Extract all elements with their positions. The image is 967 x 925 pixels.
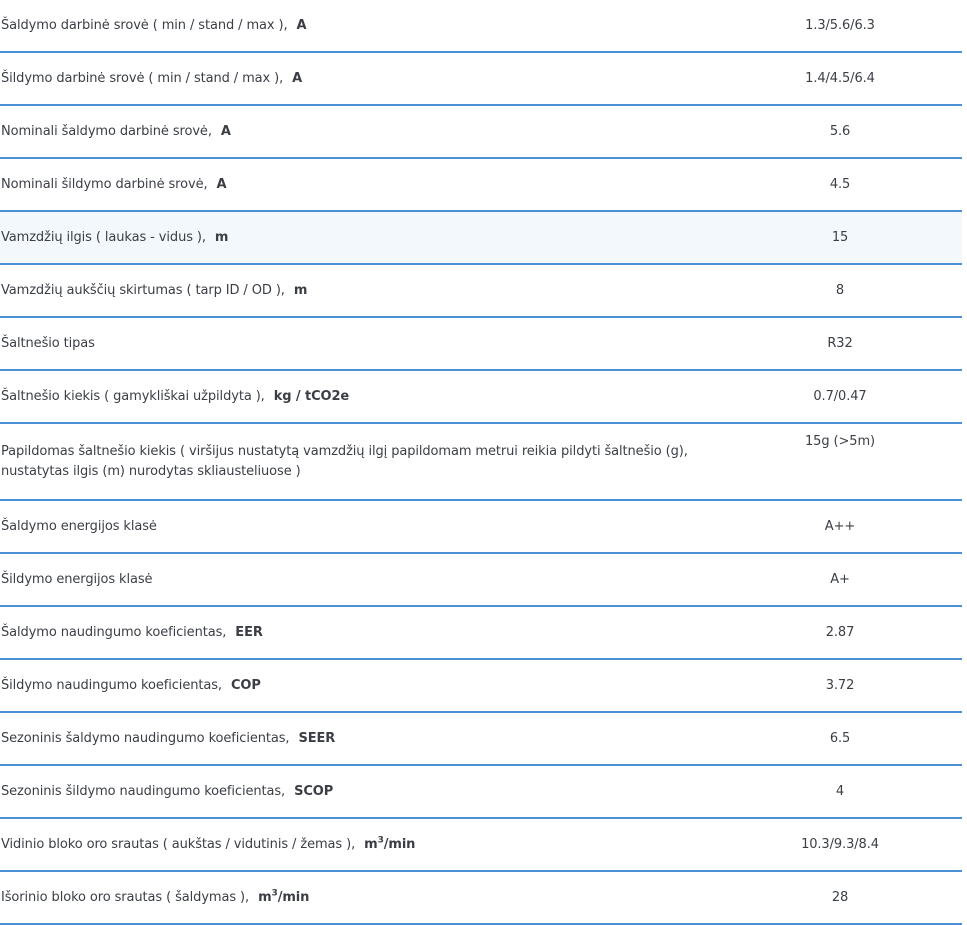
table-row: Papildomas šaltnešio kiekis ( viršijus n… xyxy=(0,424,962,501)
row-label: Šildymo darbinė srovė ( min / stand / ma… xyxy=(1,70,303,86)
table-row: Šildymo naudingumo koeficientas, COP 3.72 xyxy=(0,660,962,713)
row-unit: m3/min xyxy=(364,835,416,852)
row-unit: m xyxy=(214,229,229,245)
row-label: Papildomas šaltnešio kiekis ( viršijus n… xyxy=(1,443,688,479)
table-row: Vidinio bloko oro srautas ( aukštas / vi… xyxy=(0,819,962,872)
table-row: Išorinio bloko oro srautas ( šaldymas ),… xyxy=(0,872,962,925)
row-label: Šildymo naudingumo koeficientas, COP xyxy=(1,677,261,693)
row-value: 15 xyxy=(831,230,849,245)
row-label: Nominali šaldymo darbinė srovė, A xyxy=(1,123,231,139)
table-row: Vamzdžių aukščių skirtumas ( tarp ID / O… xyxy=(0,265,962,318)
row-value: 28 xyxy=(831,890,849,905)
specifications-table: Šaldymo darbinė srovė ( min / stand / ma… xyxy=(0,0,962,925)
row-value: 10.3/9.3/8.4 xyxy=(801,837,879,852)
row-unit: m xyxy=(293,282,308,298)
table-row: Šaltnešio tipas R32 xyxy=(0,318,962,371)
table-row: Šaldymo darbinė srovė ( min / stand / ma… xyxy=(0,0,962,53)
row-value: 6.5 xyxy=(829,731,851,746)
table-row: Šaltnešio kiekis ( gamykliškai užpildyta… xyxy=(0,371,962,424)
table-row-hovered: Vamzdžių ilgis ( laukas - vidus ), m 15 xyxy=(0,212,962,265)
row-label: Šaldymo naudingumo koeficientas, EER xyxy=(1,624,263,640)
row-value: 4 xyxy=(835,784,845,799)
row-unit: SCOP xyxy=(294,783,334,799)
table-row: Nominali šildymo darbinė srovė, A 4.5 xyxy=(0,159,962,212)
table-row: Šildymo energijos klasė A+ xyxy=(0,554,962,607)
row-label: Šaldymo energijos klasė xyxy=(1,518,157,534)
row-unit: SEER xyxy=(298,730,336,746)
row-value: A++ xyxy=(824,519,856,534)
row-value: 0.7/0.47 xyxy=(813,389,867,404)
row-label: Išorinio bloko oro srautas ( šaldymas ),… xyxy=(1,888,310,905)
row-unit: A xyxy=(292,70,303,86)
table-row: Šaldymo naudingumo koeficientas, EER 2.87 xyxy=(0,607,962,660)
table-row: Nominali šaldymo darbinė srovė, A 5.6 xyxy=(0,106,962,159)
row-label: Šaltnešio tipas xyxy=(1,335,95,351)
table-row: Sezoninis šildymo naudingumo koeficienta… xyxy=(0,766,962,819)
row-unit: COP xyxy=(230,677,261,693)
row-value: 4.5 xyxy=(829,177,851,192)
table-row: Šaldymo energijos klasė A++ xyxy=(0,501,962,554)
table-row: Sezoninis šaldymo naudingumo koeficienta… xyxy=(0,713,962,766)
row-label: Šaldymo darbinė srovė ( min / stand / ma… xyxy=(1,17,307,33)
row-value: 1.4/4.5/6.4 xyxy=(805,71,875,86)
row-label: Nominali šildymo darbinė srovė, A xyxy=(1,176,227,192)
row-unit: A xyxy=(220,123,231,139)
row-value: R32 xyxy=(827,336,853,351)
row-unit: A xyxy=(216,176,227,192)
row-unit: m3/min xyxy=(258,888,310,905)
row-label: Sezoninis šaldymo naudingumo koeficienta… xyxy=(1,730,336,746)
row-unit: EER xyxy=(235,624,263,640)
row-label: Šaltnešio kiekis ( gamykliškai užpildyta… xyxy=(1,388,350,404)
row-label: Vidinio bloko oro srautas ( aukštas / vi… xyxy=(1,835,416,852)
row-value: 8 xyxy=(835,283,845,298)
row-label: Vamzdžių aukščių skirtumas ( tarp ID / O… xyxy=(1,282,308,298)
row-value: 3.72 xyxy=(825,678,855,693)
row-value: 1.3/5.6/6.3 xyxy=(805,18,875,33)
table-row: Šildymo darbinė srovė ( min / stand / ma… xyxy=(0,53,962,106)
row-label: Šildymo energijos klasė xyxy=(1,571,153,587)
row-label: Sezoninis šildymo naudingumo koeficienta… xyxy=(1,783,334,799)
row-value: 15g (>5m) xyxy=(805,434,875,449)
row-label: Vamzdžių ilgis ( laukas - vidus ), m xyxy=(1,229,229,245)
row-value: 2.87 xyxy=(825,625,855,640)
row-value: 5.6 xyxy=(829,124,851,139)
row-value: A+ xyxy=(830,572,850,587)
row-unit: A xyxy=(296,17,307,33)
row-unit: kg / tCO2e xyxy=(273,388,350,404)
